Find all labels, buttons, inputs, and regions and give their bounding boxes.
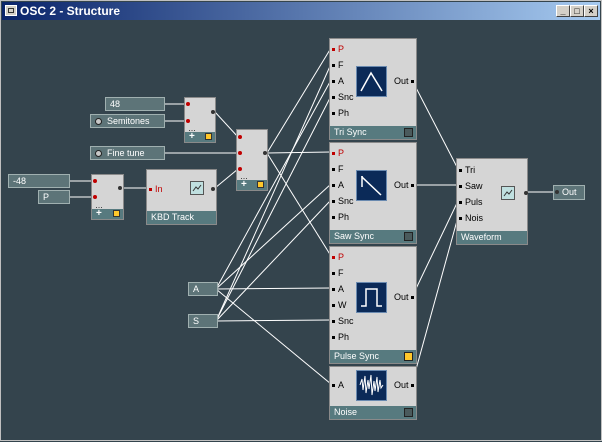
adder-1-in2-port[interactable]	[186, 119, 190, 123]
kbd-out-port[interactable]	[211, 187, 215, 191]
saw-sync-port-ph[interactable]: Ph	[332, 212, 349, 222]
kbd-track-icon	[190, 181, 204, 195]
waveform-title: Waveform	[457, 231, 527, 244]
waveform-port-nois[interactable]: Nois	[459, 213, 483, 223]
adder-led	[257, 181, 264, 188]
adder-3-out-port[interactable]	[118, 186, 122, 190]
saw-sync-module[interactable]: P F A Snc Ph Out Saw Sync	[329, 142, 417, 244]
adder-1-in1-port[interactable]	[186, 102, 190, 106]
p-button[interactable]: P	[38, 190, 70, 204]
a-input-terminal[interactable]: A	[188, 282, 218, 296]
kbd-in-port[interactable]: In	[149, 184, 163, 194]
tri-sync-port-snc[interactable]: Snc	[332, 92, 354, 102]
adder-bar: +	[185, 131, 215, 142]
saw-sync-port-snc[interactable]: Snc	[332, 196, 354, 206]
out-terminal-label: Out	[562, 187, 577, 197]
pulse-sync-port-p[interactable]: P	[332, 252, 344, 262]
waveform-port-saw[interactable]: Saw	[459, 181, 483, 191]
adder-bar: +	[92, 208, 123, 219]
saw-sync-port-a[interactable]: A	[332, 180, 344, 190]
saw-sync-led[interactable]	[404, 232, 413, 241]
noise-wave-display	[356, 370, 387, 401]
noise-port-a[interactable]: A	[332, 380, 344, 390]
adder-1-out-port[interactable]	[211, 110, 215, 114]
pulse-sync-module[interactable]: P F A W Snc Ph Out Pulse Sync	[329, 246, 417, 364]
tri-sync-port-ph[interactable]: Ph	[332, 108, 349, 118]
noise-out-port[interactable]: Out	[394, 380, 415, 390]
kbd-track-title: KBD Track	[147, 211, 216, 224]
triangle-wave-display	[356, 66, 387, 97]
fine-tune-knob[interactable]: Fine tune	[90, 146, 165, 160]
waveform-port-tri[interactable]: Tri	[459, 165, 475, 175]
semitones-label: Semitones	[107, 116, 150, 126]
adder-led	[205, 133, 212, 140]
waveform-port-puls[interactable]: Puls	[459, 197, 483, 207]
fine-tune-label: Fine tune	[107, 148, 145, 158]
adder-2-in1-port[interactable]	[238, 135, 242, 139]
knob-icon	[95, 118, 102, 126]
s-input-terminal[interactable]: S	[188, 314, 218, 328]
knob-icon	[95, 150, 102, 158]
waveform-module[interactable]: Tri Saw Puls Nois Waveform	[456, 158, 528, 245]
out-terminal[interactable]: Out	[553, 185, 585, 200]
selector-icon	[501, 186, 515, 200]
pulse-sync-port-a[interactable]: A	[332, 284, 344, 294]
adder-bar: +	[237, 179, 267, 190]
saw-sync-out-port[interactable]: Out	[394, 180, 415, 190]
tri-sync-port-a[interactable]: A	[332, 76, 344, 86]
kbd-track-module[interactable]: In KBD Track	[146, 169, 217, 225]
adder-2-in2-port[interactable]	[238, 151, 242, 155]
structure-window: OSC 2 - Structure _ □ × 48 Semitones Fin…	[0, 0, 602, 441]
value-48-knob[interactable]: 48	[105, 97, 165, 111]
pulse-sync-port-ph[interactable]: Ph	[332, 332, 349, 342]
noise-module[interactable]: A Out Noise	[329, 366, 417, 420]
adder-led	[113, 210, 120, 217]
pulse-sync-port-w[interactable]: W	[332, 300, 347, 310]
saw-wave-display	[356, 170, 387, 201]
pulse-sync-out-port[interactable]: Out	[394, 292, 415, 302]
adder-3-in2-port[interactable]	[93, 195, 97, 199]
tri-sync-module[interactable]: P F A Snc Ph Out Tri Sync	[329, 38, 417, 140]
pulse-sync-port-snc[interactable]: Snc	[332, 316, 354, 326]
pulse-sync-port-f[interactable]: F	[332, 268, 344, 278]
out-terminal-port	[555, 190, 559, 194]
tri-sync-port-p[interactable]: P	[332, 44, 344, 54]
pulse-wave-display	[356, 282, 387, 313]
semitones-knob[interactable]: Semitones	[90, 114, 165, 128]
tri-sync-out-port[interactable]: Out	[394, 76, 415, 86]
saw-sync-port-p[interactable]: P	[332, 148, 344, 158]
saw-sync-port-f[interactable]: F	[332, 164, 344, 174]
tri-sync-led[interactable]	[404, 128, 413, 137]
noise-led[interactable]	[404, 408, 413, 417]
adder-2-in3-port[interactable]	[238, 167, 242, 171]
adder-2-out-port[interactable]	[263, 151, 267, 155]
value-neg48-knob[interactable]: -48	[8, 174, 70, 188]
pulse-sync-led[interactable]	[404, 352, 413, 361]
waveform-out-port[interactable]	[524, 191, 528, 195]
adder-3-in1-port[interactable]	[93, 179, 97, 183]
tri-sync-port-f[interactable]: F	[332, 60, 344, 70]
